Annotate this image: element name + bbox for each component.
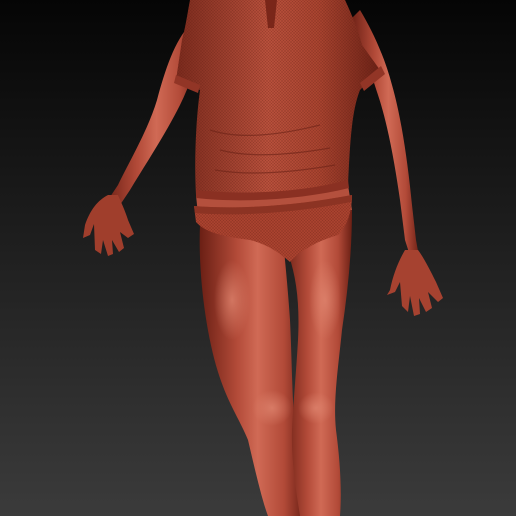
- sculpt-viewport[interactable]: [0, 0, 516, 516]
- viewport-canvas[interactable]: [0, 0, 516, 516]
- model-thigh-highlight: [214, 260, 250, 340]
- model-right-knee-highlight: [298, 392, 334, 424]
- model-left-knee-highlight: [252, 390, 292, 426]
- model-thigh-highlight-right: [309, 260, 341, 340]
